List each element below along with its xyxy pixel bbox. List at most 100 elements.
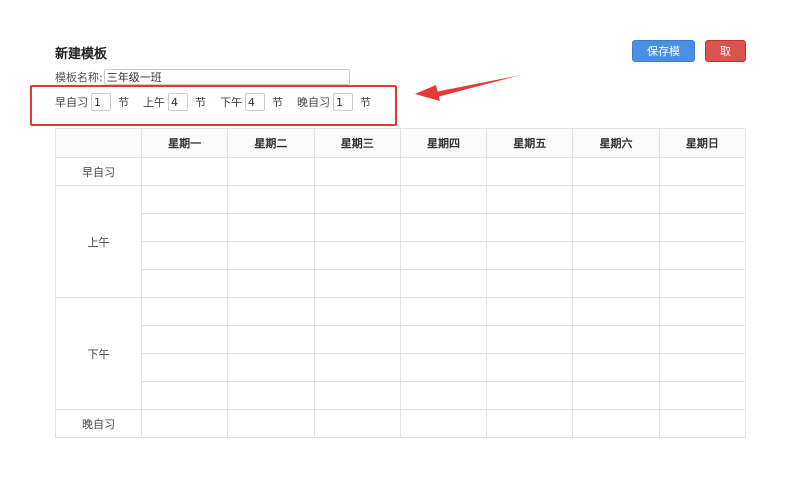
timetable-cell[interactable] (572, 353, 660, 382)
timetable-cell[interactable] (140, 353, 229, 382)
timetable-cell[interactable] (140, 185, 229, 214)
day-header: 星期四 (399, 128, 488, 158)
timetable-cell[interactable] (313, 353, 401, 382)
timetable-cell[interactable] (572, 297, 660, 326)
timetable-cell[interactable] (486, 269, 574, 298)
timetable-cell[interactable] (486, 381, 574, 410)
timetable-cell[interactable] (486, 241, 574, 270)
timetable-cell[interactable] (486, 213, 574, 242)
template-name-label: 模板名称: (55, 71, 103, 84)
save-template-button[interactable]: 保存模板 (632, 40, 695, 80)
table-row (56, 381, 747, 410)
timetable-cell[interactable] (658, 269, 747, 298)
timetable-cell[interactable] (572, 409, 660, 438)
timetable-cell[interactable] (227, 381, 315, 410)
timetable-cell[interactable] (658, 241, 747, 270)
timetable-cell[interactable] (399, 213, 488, 242)
day-header: 星期三 (313, 128, 401, 158)
day-header: 星期日 (658, 128, 747, 158)
table-row: 早自习 (55, 157, 747, 186)
header-corner (55, 128, 142, 158)
timetable-cell[interactable] (399, 157, 488, 186)
timetable-cell[interactable] (658, 325, 747, 354)
day-header: 星期五 (486, 128, 574, 158)
timetable-cell[interactable] (313, 185, 401, 214)
timetable: 星期一 星期二 星期三 星期四 星期五 星期六 星期日 早自习 上午 下午 晚自… (55, 128, 747, 438)
timetable-cell[interactable] (658, 353, 747, 382)
annotation-highlight-box (30, 85, 397, 126)
day-header: 星期一 (140, 128, 229, 158)
period-label: 晚自习 (55, 409, 142, 438)
template-name-input[interactable] (103, 69, 350, 85)
timetable-cell[interactable] (572, 325, 660, 354)
table-row (56, 325, 747, 354)
timetable-cell[interactable] (227, 241, 315, 270)
timetable-cell[interactable] (313, 297, 401, 326)
period-label: 下午 (55, 297, 142, 410)
timetable-cell[interactable] (313, 269, 401, 298)
timetable-cell[interactable] (572, 241, 660, 270)
timetable-cell[interactable] (399, 381, 488, 410)
timetable-cell[interactable] (313, 325, 401, 354)
timetable-cell[interactable] (140, 241, 229, 270)
timetable-cell[interactable] (658, 185, 747, 214)
timetable-cell[interactable] (399, 241, 488, 270)
timetable-cell[interactable] (313, 409, 401, 438)
period-label: 早自习 (55, 157, 142, 186)
timetable-cell[interactable] (227, 325, 315, 354)
template-name-row: 模板名称: (55, 69, 350, 85)
table-row: 下午 (55, 297, 747, 410)
timetable-cell[interactable] (572, 185, 660, 214)
timetable-cell[interactable] (486, 353, 574, 382)
timetable-cell[interactable] (140, 269, 229, 298)
timetable-cell[interactable] (227, 269, 315, 298)
timetable-cell[interactable] (572, 269, 660, 298)
timetable-cell[interactable] (313, 213, 401, 242)
day-header: 星期六 (572, 128, 660, 158)
table-row (56, 241, 747, 270)
timetable-cell[interactable] (313, 241, 401, 270)
timetable-cell[interactable] (313, 157, 401, 186)
timetable-cell[interactable] (227, 157, 315, 186)
timetable-cell[interactable] (572, 381, 660, 410)
timetable-cell[interactable] (399, 269, 488, 298)
timetable-cell[interactable] (399, 325, 488, 354)
timetable-cell[interactable] (399, 353, 488, 382)
timetable-cell[interactable] (486, 297, 574, 326)
timetable-cell[interactable] (227, 185, 315, 214)
timetable-cell[interactable] (658, 157, 747, 186)
timetable-cell[interactable] (658, 381, 747, 410)
timetable-cell[interactable] (140, 409, 229, 438)
timetable-cell[interactable] (313, 381, 401, 410)
cancel-button[interactable]: 取消 (705, 40, 746, 80)
timetable-cell[interactable] (399, 185, 488, 214)
timetable-cell[interactable] (399, 409, 488, 438)
timetable-cell[interactable] (658, 213, 747, 242)
timetable-cell[interactable] (399, 297, 488, 326)
day-header: 星期二 (227, 128, 315, 158)
timetable-cell[interactable] (140, 213, 229, 242)
timetable-cell[interactable] (486, 325, 574, 354)
period-label: 上午 (55, 185, 142, 298)
timetable-cell[interactable] (140, 381, 229, 410)
timetable-cell[interactable] (140, 297, 229, 326)
timetable-cell[interactable] (572, 213, 660, 242)
timetable-cell[interactable] (486, 157, 574, 186)
timetable-cell[interactable] (227, 213, 315, 242)
timetable-cell[interactable] (486, 409, 574, 438)
page-title: 新建模板 (55, 47, 108, 62)
table-row (56, 213, 747, 242)
timetable-cell[interactable] (140, 325, 229, 354)
timetable-cell[interactable] (227, 353, 315, 382)
timetable-cell[interactable] (486, 185, 574, 214)
timetable-cell[interactable] (658, 297, 747, 326)
timetable-cell[interactable] (140, 157, 229, 186)
table-row (56, 353, 747, 382)
timetable-cell[interactable] (227, 409, 315, 438)
timetable-cell[interactable] (572, 157, 660, 186)
timetable-header-row: 星期一 星期二 星期三 星期四 星期五 星期六 星期日 (55, 128, 747, 158)
table-row: 上午 (55, 185, 747, 298)
timetable-cell[interactable] (658, 409, 747, 438)
table-row (56, 269, 747, 298)
timetable-cell[interactable] (227, 297, 315, 326)
